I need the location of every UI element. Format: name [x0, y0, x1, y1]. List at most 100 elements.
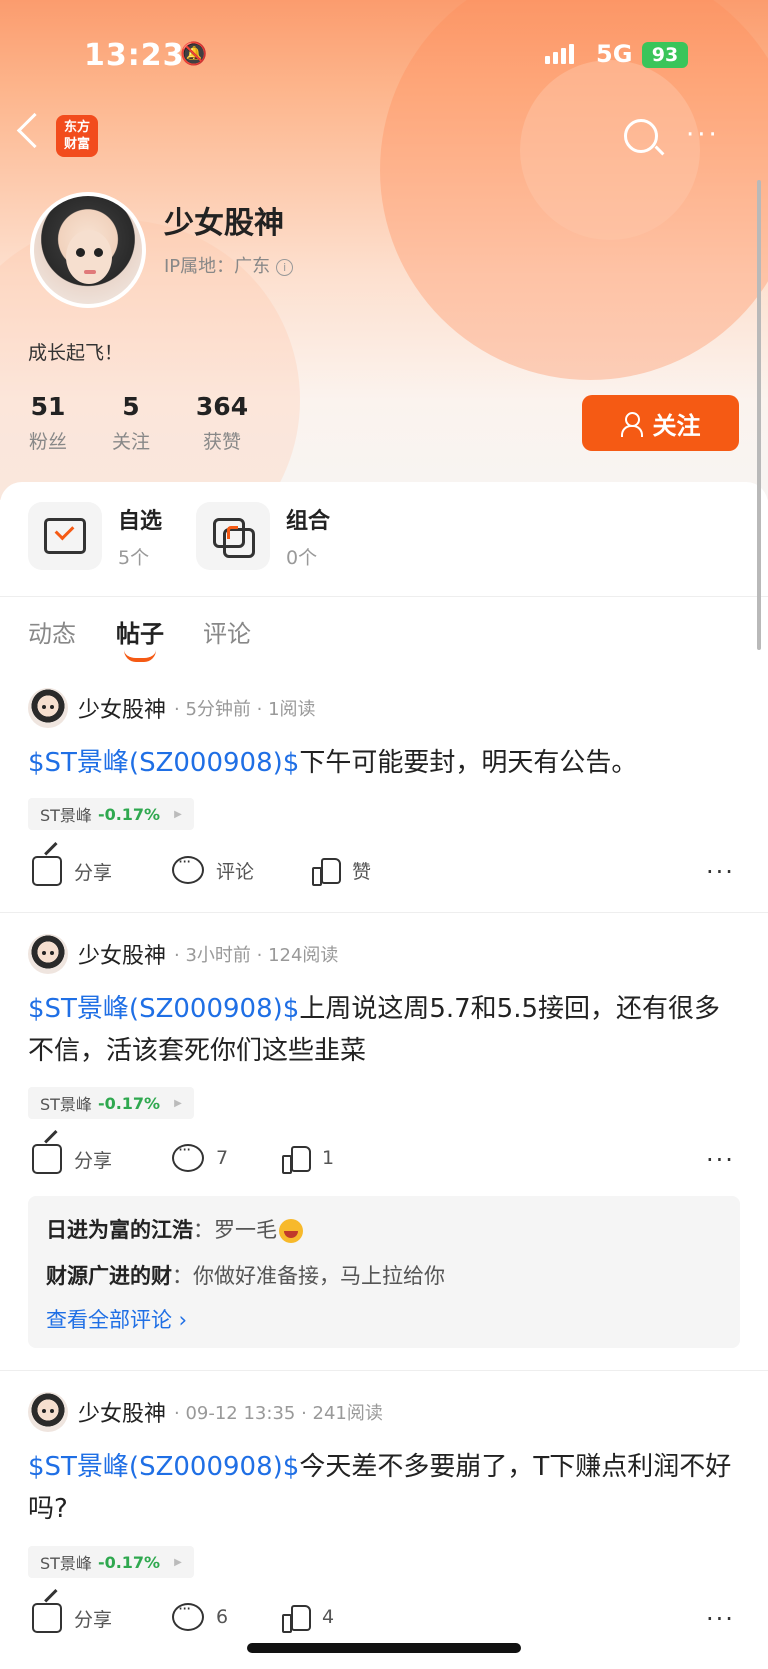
avatar[interactable] [28, 1392, 68, 1432]
comment-button[interactable]: 评论 [172, 852, 254, 884]
stat-value: 364 [195, 392, 249, 421]
decor-circle [520, 60, 700, 240]
comment-text: 罗一毛 [214, 1218, 277, 1242]
post-meta: · 5分钟前 · 1阅读 [174, 699, 316, 720]
share-label: 分享 [74, 1149, 113, 1172]
comment-button[interactable]: 7 [172, 1140, 229, 1172]
like-count: 4 [322, 1606, 335, 1628]
status-time: 13:23 [84, 38, 185, 73]
comment-button[interactable]: 6 [172, 1599, 229, 1631]
comment-icon [172, 1599, 204, 1631]
avatar[interactable] [28, 934, 68, 974]
post-content[interactable]: $ST景峰(SZ000908)$今天差不多要崩了，T下赚点利润不好吗? [28, 1446, 740, 1530]
stock-chip[interactable]: ST景峰 -0.17% ▶ [28, 798, 194, 830]
follow-button[interactable]: 关注 [582, 395, 739, 451]
comment-text: 你做好准备接，马上拉给你 [193, 1264, 445, 1288]
tab-activity[interactable]: 动态 [28, 614, 76, 649]
watchlist-icon-box [28, 502, 102, 570]
avatar[interactable] [28, 688, 68, 728]
info-icon[interactable]: i [276, 258, 294, 276]
post-meta: · 09-12 13:35 · 241阅读 [174, 1403, 383, 1424]
avatar-eye [94, 248, 103, 257]
post-author[interactable]: 少女股神 [78, 938, 166, 970]
watchlist-entry[interactable]: 自选 5个 [28, 502, 162, 570]
share-button[interactable]: 分享 [32, 1603, 112, 1633]
more-options-icon[interactable]: ··· [706, 1605, 735, 1633]
profile-name: 少女股神 [164, 206, 284, 241]
share-icon [32, 856, 62, 886]
post-header: 少女股神 · 3小时前 · 124阅读 [28, 934, 338, 974]
divider [0, 596, 768, 597]
app-logo: 东方 财富 [56, 115, 98, 157]
tab-posts[interactable]: 帖子 [116, 614, 164, 649]
share-icon [32, 1603, 62, 1633]
view-all-comments-link[interactable]: 查看全部评论 › [46, 1304, 187, 1334]
comment-icon [172, 1140, 204, 1172]
post-meta: · 3小时前 · 124阅读 [174, 945, 339, 966]
avatar-face [66, 230, 112, 284]
stat-following[interactable]: 5 关注 [108, 392, 154, 454]
stat-label: 关注 [111, 431, 150, 453]
follow-button-label: 关注 [652, 412, 701, 440]
comment-user[interactable]: 日进为富的江浩 [46, 1218, 193, 1242]
stock-tag-link[interactable]: $ST景峰(SZ000908)$ [28, 1452, 299, 1482]
play-arrow-icon: ▶ [174, 808, 182, 820]
more-options-icon[interactable]: ··· [706, 1146, 735, 1174]
checkbox-icon [44, 518, 86, 554]
watchlist-title: 自选 [118, 508, 163, 534]
portfolio-count: 0个 [286, 546, 318, 569]
logo-text-line2: 财富 [63, 137, 90, 152]
stock-name: ST景峰 [40, 1095, 92, 1114]
home-indicator[interactable] [247, 1643, 521, 1653]
scrollbar[interactable] [757, 180, 761, 650]
post-author[interactable]: 少女股神 [78, 1396, 166, 1428]
signal-icon [545, 44, 577, 64]
watchlist-count: 5个 [118, 546, 150, 569]
comment-icon [172, 852, 204, 884]
avatar[interactable] [30, 192, 146, 308]
stock-name: ST景峰 [40, 1554, 92, 1573]
mute-bell-icon: 🔕 [180, 42, 208, 67]
share-button[interactable]: 分享 [32, 856, 112, 886]
stock-chip[interactable]: ST景峰 -0.17% ▶ [28, 1546, 194, 1578]
portfolio-entry[interactable]: 组合 0个 [196, 502, 330, 570]
more-options-icon[interactable]: ··· [686, 120, 720, 150]
stat-followers[interactable]: 51 粉丝 [28, 392, 68, 454]
comment-line[interactable]: 财源广进的财：你做好准备接，马上拉给你 [46, 1260, 445, 1290]
stock-chip[interactable]: ST景峰 -0.17% ▶ [28, 1087, 194, 1119]
share-icon [32, 1144, 62, 1174]
comment-user[interactable]: 财源广进的财 [46, 1264, 172, 1288]
post-header: 少女股神 · 09-12 13:35 · 241阅读 [28, 1392, 383, 1432]
like-button[interactable]: 1 [282, 1144, 335, 1174]
play-arrow-icon: ▶ [174, 1556, 182, 1568]
like-button[interactable]: 4 [282, 1603, 335, 1633]
like-count: 1 [322, 1147, 335, 1169]
portfolio-icon-box [196, 502, 270, 570]
profile-bio: 成长起飞！ [28, 342, 124, 364]
share-label: 分享 [74, 1608, 113, 1631]
comment-count: 6 [216, 1606, 229, 1628]
like-button[interactable]: 赞 [312, 856, 371, 886]
comment-line[interactable]: 日进为富的江浩：罗一毛 [46, 1214, 303, 1244]
post-author[interactable]: 少女股神 [78, 692, 166, 724]
search-icon[interactable] [624, 119, 658, 153]
stat-likes[interactable]: 364 获赞 [194, 392, 250, 454]
stock-tag-link[interactable]: $ST景峰(SZ000908)$ [28, 994, 299, 1024]
tab-comments[interactable]: 评论 [203, 614, 251, 649]
stat-value: 5 [122, 392, 140, 421]
ip-location: IP属地：广东 i [164, 252, 294, 278]
thumbs-up-icon [312, 856, 341, 886]
thumbs-up-icon [282, 1144, 311, 1174]
play-arrow-icon: ▶ [174, 1097, 182, 1109]
avatar-mouth [84, 270, 96, 274]
divider [0, 912, 768, 913]
divider [0, 1370, 768, 1371]
share-button[interactable]: 分享 [32, 1144, 112, 1174]
post-content[interactable]: $ST景峰(SZ000908)$下午可能要封，明天有公告。 [28, 742, 740, 784]
post-content[interactable]: $ST景峰(SZ000908)$上周说这周5.7和5.5接回，还有很多不信，活该… [28, 988, 740, 1072]
more-options-icon[interactable]: ··· [706, 858, 735, 886]
post-text: 下午可能要封，明天有公告。 [299, 748, 638, 778]
comment-count: 7 [216, 1147, 229, 1169]
ip-location-text: IP属地：广东 [164, 256, 271, 277]
stock-tag-link[interactable]: $ST景峰(SZ000908)$ [28, 748, 299, 778]
